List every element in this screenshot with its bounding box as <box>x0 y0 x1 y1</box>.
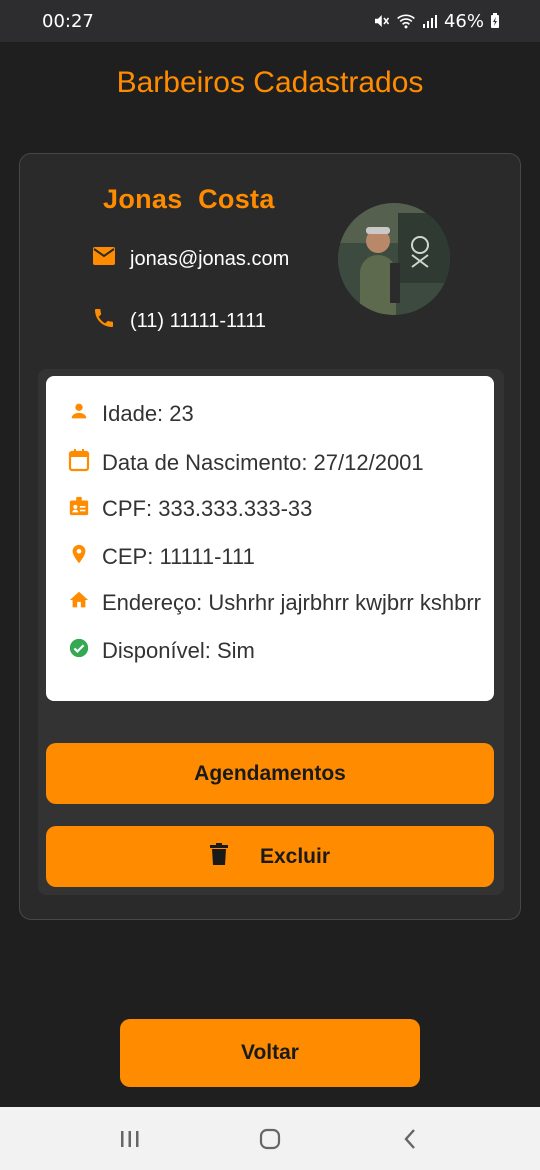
check-circle-icon <box>68 637 90 665</box>
detail-nascimento: Data de Nascimento: 27/12/2001 <box>68 448 424 478</box>
detail-cpf-text: CPF: 333.333.333-33 <box>102 496 313 521</box>
barber-card: Jonas Costa jonas@jonas.com (11) 11111-1… <box>19 153 521 920</box>
excluir-button[interactable]: Excluir <box>46 826 494 887</box>
phone-text: (11) 11111-1111 <box>130 309 267 332</box>
mute-icon <box>372 12 390 30</box>
email-text: jonas@jonas.com <box>130 247 290 270</box>
email-row: jonas@jonas.com <box>92 246 289 272</box>
wifi-icon <box>396 12 416 30</box>
home-nav-icon[interactable] <box>240 1114 300 1164</box>
signal-icon <box>422 13 438 29</box>
phone-icon <box>92 306 116 336</box>
status-indicators: 46% <box>372 11 500 32</box>
excluir-button-label: Excluir <box>259 844 331 868</box>
battery-text: 46% <box>443 10 484 32</box>
detail-cep-text: CEP: 11111-111 <box>102 544 255 569</box>
detail-cep: CEP: 11111-111 <box>68 542 255 572</box>
avatar <box>338 203 450 315</box>
detail-endereco: Endereço: Ushrhr jajrbhrr kwjbrr kshbrr <box>68 589 481 617</box>
id-badge-icon <box>68 495 90 523</box>
phone-row: (11) 11111-1111 <box>92 306 266 336</box>
status-time: 00:27 <box>42 10 94 32</box>
barber-name: Jonas Costa <box>103 184 275 214</box>
trash-icon <box>209 842 228 871</box>
voltar-button[interactable]: Voltar <box>120 1019 420 1087</box>
back-nav-icon[interactable] <box>380 1114 440 1164</box>
battery-charging-icon <box>490 13 500 29</box>
calendar-icon <box>68 448 90 478</box>
agendamentos-button-label: Agendamentos <box>194 761 346 785</box>
mail-icon <box>92 246 116 272</box>
system-nav-bar <box>0 1107 540 1170</box>
home-icon <box>68 589 90 617</box>
details-box: Idade: 23 Data de Nascimento: 27/12/2001… <box>46 376 494 701</box>
person-icon <box>68 400 90 428</box>
detail-idade-text: Idade: 23 <box>102 401 194 426</box>
agendamentos-button[interactable]: Agendamentos <box>46 743 494 804</box>
status-bar: 00:27 46% <box>0 0 540 42</box>
detail-endereco-text: Endereço: Ushrhr jajrbhrr kwjbrr kshbrr <box>102 590 481 615</box>
detail-idade: Idade: 23 <box>68 400 194 428</box>
detail-disponivel: Disponível: Sim <box>68 637 255 665</box>
detail-disponivel-text: Disponível: Sim <box>102 638 255 663</box>
location-pin-icon <box>68 542 90 572</box>
voltar-button-label: Voltar <box>241 1041 299 1064</box>
page-title: Barbeiros Cadastrados <box>116 66 424 99</box>
details-panel: Idade: 23 Data de Nascimento: 27/12/2001… <box>38 369 504 895</box>
detail-nascimento-text: Data de Nascimento: 27/12/2001 <box>102 450 424 475</box>
recent-apps-icon[interactable] <box>100 1114 160 1164</box>
detail-cpf: CPF: 333.333.333-33 <box>68 495 312 523</box>
